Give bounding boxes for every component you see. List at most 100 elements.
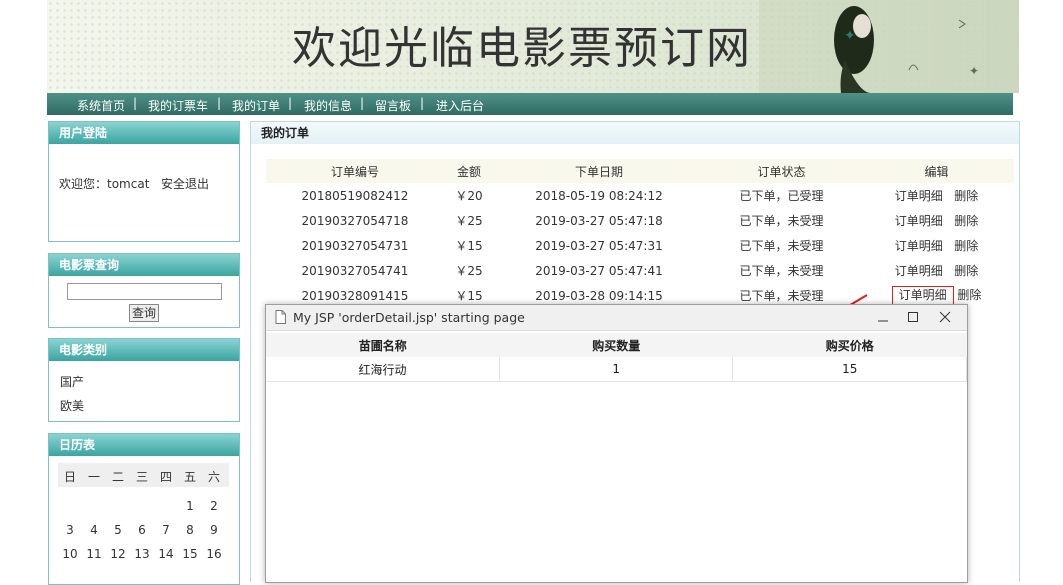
category-item[interactable]: 欧美 bbox=[60, 397, 84, 414]
order-id: 20190327054741 bbox=[301, 263, 409, 278]
calendar-day[interactable]: 7 bbox=[154, 523, 178, 537]
search-input[interactable] bbox=[67, 283, 222, 300]
order-actions: 订单明细 删除 bbox=[859, 258, 1014, 283]
orders-header-row: 订单编号 金额 下单日期 订单状态 编辑 bbox=[266, 159, 1014, 183]
order-date: 2018-05-19 08:24:12 bbox=[535, 188, 663, 203]
calendar-day[interactable]: 16 bbox=[202, 547, 226, 561]
table-row: 红海行动 1 15 bbox=[266, 357, 967, 382]
calendar-day[interactable]: 6 bbox=[130, 523, 154, 537]
delete-link[interactable]: 删除 bbox=[954, 239, 978, 253]
calendar-day[interactable]: 4 bbox=[82, 523, 106, 537]
popup-title: My JSP 'orderDetail.jsp' starting page bbox=[293, 310, 525, 325]
weekday-label: 五 bbox=[183, 470, 196, 484]
nav-profile[interactable]: 我的信息 bbox=[304, 97, 352, 114]
order-id: 20180519082412 bbox=[301, 188, 409, 203]
order-detail-link[interactable]: 订单明细 bbox=[895, 264, 943, 278]
column-header: 订单状态 bbox=[704, 159, 859, 183]
site-banner: 欢迎光临电影票预订网 ✦ ✦ bbox=[47, 0, 1019, 93]
order-detail-link[interactable]: 订单明细 bbox=[895, 189, 943, 203]
order-actions: 订单明细 删除 bbox=[859, 208, 1014, 233]
order-detail-link-highlighted[interactable]: 订单明细 bbox=[891, 286, 954, 305]
nav-cart[interactable]: 我的订票车 bbox=[148, 97, 208, 114]
order-detail-table: 苗圃名称 购买数量 购买价格 红海行动 1 15 bbox=[266, 333, 967, 382]
calendar-day[interactable]: 2 bbox=[202, 499, 226, 513]
order-amount: ￥25 bbox=[455, 214, 483, 228]
orders-table: 订单编号 金额 下单日期 订单状态 编辑 20180519082412 ￥20 … bbox=[266, 159, 1014, 308]
calendar-day[interactable]: 3 bbox=[58, 523, 82, 537]
column-header: 金额 bbox=[444, 159, 494, 183]
table-row: 20190327054741 ￥25 2019-03-27 05:47:41 已… bbox=[266, 258, 1014, 283]
weekday-label: 六 bbox=[207, 470, 220, 484]
nav-orders[interactable]: 我的订单 bbox=[232, 97, 280, 114]
delete-link[interactable]: 删除 bbox=[954, 214, 978, 228]
order-date: 2019-03-27 05:47:18 bbox=[535, 213, 663, 228]
calendar-day[interactable]: 13 bbox=[130, 547, 154, 561]
column-header: 下单日期 bbox=[494, 159, 704, 183]
search-button[interactable]: 查询 bbox=[129, 304, 160, 322]
calendar-day[interactable]: 11 bbox=[82, 547, 106, 561]
column-header: 购买价格 bbox=[732, 333, 967, 357]
calendar-day[interactable]: 9 bbox=[202, 523, 226, 537]
login-header: 用户登陆 bbox=[49, 122, 239, 144]
category-item[interactable]: 国产 bbox=[60, 373, 84, 390]
maximize-icon bbox=[908, 312, 918, 322]
order-id: 20190327054731 bbox=[301, 238, 409, 253]
delete-link[interactable]: 删除 bbox=[954, 189, 978, 203]
calendar-day[interactable]: 8 bbox=[178, 523, 202, 537]
order-status: 已下单，已受理 bbox=[739, 189, 824, 203]
search-header: 电影票查询 bbox=[49, 254, 239, 276]
minimize-button[interactable] bbox=[868, 305, 898, 329]
nav-guestbook[interactable]: 留言板 bbox=[375, 97, 411, 114]
table-row: 20190327054718 ￥25 2019-03-27 05:47:18 已… bbox=[266, 208, 1014, 233]
column-header: 订单编号 bbox=[266, 159, 444, 183]
column-header: 苗圃名称 bbox=[266, 333, 500, 357]
banner-illustration: ✦ ✦ bbox=[759, 0, 1019, 93]
order-amount: ￥25 bbox=[455, 264, 483, 278]
order-date: 2019-03-27 05:47:41 bbox=[535, 263, 663, 278]
order-actions: 订单明细 删除 bbox=[859, 183, 1014, 208]
calendar-weekday-row: 日 一 二 三 四 五 六 bbox=[58, 463, 229, 487]
order-date: 2019-03-27 05:47:31 bbox=[535, 238, 663, 253]
order-status: 已下单，未受理 bbox=[739, 214, 824, 228]
nav-home[interactable]: 系统首页 bbox=[77, 97, 125, 114]
svg-text:✦: ✦ bbox=[969, 64, 979, 78]
order-detail-link[interactable]: 订单明细 bbox=[895, 239, 943, 253]
close-button[interactable] bbox=[930, 305, 960, 329]
welcome-text: 欢迎您：tomcat bbox=[59, 177, 150, 191]
calendar-day[interactable]: 15 bbox=[178, 547, 202, 561]
banner-title: 欢迎光临电影票预订网 bbox=[292, 23, 752, 74]
delete-link[interactable]: 删除 bbox=[954, 264, 978, 278]
weekday-label: 四 bbox=[159, 470, 172, 484]
calendar-day[interactable]: 10 bbox=[58, 547, 82, 561]
logout-link[interactable]: 安全退出 bbox=[161, 175, 209, 192]
calendar-day[interactable]: 1 bbox=[178, 499, 202, 513]
ticket-search-box: 电影票查询 查询 bbox=[48, 253, 240, 328]
nav-admin[interactable]: 进入后台 bbox=[436, 97, 484, 114]
main-nav: 系统首页 | 我的订票车 | 我的订单 | 我的信息 | 留言板 | 进入后台 bbox=[47, 93, 1013, 115]
item-name: 红海行动 bbox=[266, 357, 500, 382]
order-detail-link[interactable]: 订单明细 bbox=[895, 214, 943, 228]
order-detail-window: My JSP 'orderDetail.jsp' starting page 苗… bbox=[265, 304, 968, 583]
calendar-day[interactable]: 14 bbox=[154, 547, 178, 561]
calendar-header: 日历表 bbox=[49, 434, 239, 456]
nav-separator: | bbox=[420, 96, 425, 110]
order-actions: 订单明细 删除 bbox=[859, 233, 1014, 258]
order-amount: ￥20 bbox=[455, 189, 483, 203]
category-box: 电影类别 国产 欧美 bbox=[48, 338, 240, 422]
orders-title: 我的订单 bbox=[251, 122, 1019, 144]
weekday-label: 三 bbox=[135, 470, 148, 484]
item-quantity: 1 bbox=[499, 357, 734, 382]
calendar-day[interactable]: 5 bbox=[106, 523, 130, 537]
calendar-day[interactable]: 12 bbox=[106, 547, 130, 561]
nav-separator: | bbox=[360, 96, 365, 110]
weekday-label: 二 bbox=[111, 470, 124, 484]
maximize-button[interactable] bbox=[898, 305, 928, 329]
order-id: 20190327054718 bbox=[301, 213, 409, 228]
calendar-box: 日历表 日 一 二 三 四 五 六 1 2 3 4 5 6 7 8 9 10 1… bbox=[48, 433, 240, 585]
detail-header-row: 苗圃名称 购买数量 购买价格 bbox=[266, 333, 967, 357]
order-status: 已下单，未受理 bbox=[739, 239, 824, 253]
popup-titlebar[interactable]: My JSP 'orderDetail.jsp' starting page bbox=[266, 305, 967, 331]
column-header: 购买数量 bbox=[499, 333, 733, 357]
delete-link[interactable]: 删除 bbox=[957, 288, 981, 302]
column-header: 编辑 bbox=[859, 159, 1014, 183]
